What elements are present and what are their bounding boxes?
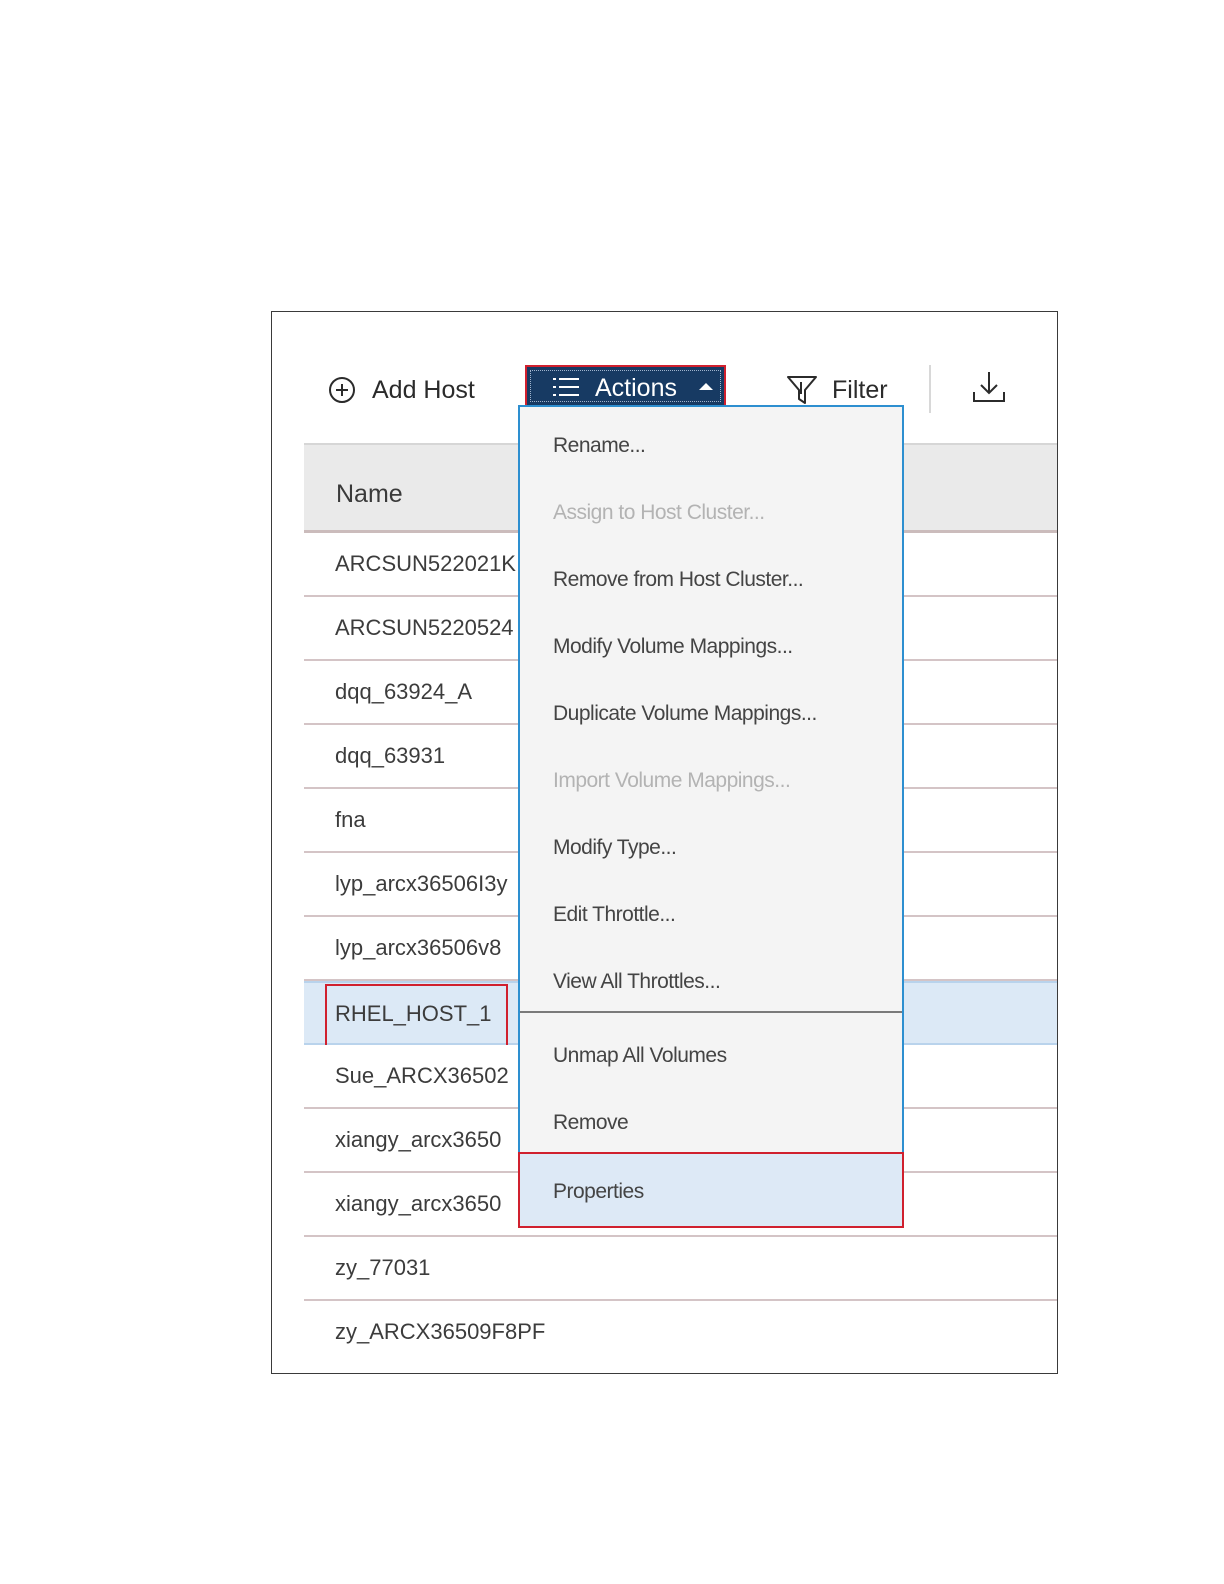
menu-item-view-all-throttles[interactable]: View All Throttles... <box>553 970 721 994</box>
menu-item-rename[interactable]: Rename... <box>553 434 646 458</box>
host-name: dqq_63924_A <box>335 679 473 704</box>
host-name: RHEL_HOST_1 <box>335 1001 492 1026</box>
menu-item-duplicate-volume-mappings[interactable]: Duplicate Volume Mappings... <box>553 702 817 726</box>
actions-menu: Rename... Assign to Host Cluster... Remo… <box>518 405 904 1228</box>
menu-item-modify-type[interactable]: Modify Type... <box>553 836 677 860</box>
actions-button[interactable]: Actions <box>525 365 726 407</box>
add-host-button[interactable]: Add Host <box>328 370 475 410</box>
menu-item-properties-label: Properties <box>553 1180 644 1203</box>
hosts-panel: Add Host Actions Filter Name ARCSUN52202… <box>271 311 1058 1374</box>
list-icon <box>553 378 579 396</box>
host-name: zy_ARCX36509F8PF <box>335 1319 546 1344</box>
host-name: ARCSUN5220524 <box>335 615 514 640</box>
host-name: Sue_ARCX36502 <box>335 1063 509 1088</box>
filter-button[interactable]: Filter <box>786 370 888 410</box>
host-name: xiangy_arcx3650 <box>335 1191 502 1216</box>
host-name: xiangy_arcx3650 <box>335 1127 502 1152</box>
host-name: fna <box>335 807 366 832</box>
menu-separator <box>520 1011 902 1013</box>
filter-icon <box>787 376 817 404</box>
column-header-name: Name <box>336 480 403 508</box>
host-name: dqq_63931 <box>335 743 446 768</box>
actions-label: Actions <box>595 374 677 402</box>
menu-item-import-volume-mappings[interactable]: Import Volume Mappings... <box>553 769 791 793</box>
menu-item-edit-throttle[interactable]: Edit Throttle... <box>553 903 676 927</box>
menu-item-unmap-all-volumes[interactable]: Unmap All Volumes <box>553 1044 727 1068</box>
menu-item-remove-from-host-cluster[interactable]: Remove from Host Cluster... <box>553 568 804 592</box>
host-name: lyp_arcx36506I3y <box>335 871 508 896</box>
add-host-label: Add Host <box>372 375 475 404</box>
caret-up-icon <box>699 383 713 390</box>
plus-circle-icon <box>329 377 355 403</box>
download-icon[interactable] <box>972 370 1006 404</box>
toolbar-divider <box>929 365 931 413</box>
menu-item-assign-to-host-cluster[interactable]: Assign to Host Cluster... <box>553 501 765 525</box>
host-name: ARCSUN522021K <box>335 551 516 576</box>
table-row[interactable]: zy_ARCX36509F8PF <box>304 1301 1057 1365</box>
table-row[interactable]: zy_77031 <box>304 1237 1057 1301</box>
host-name: lyp_arcx36506v8 <box>335 935 502 960</box>
menu-item-modify-volume-mappings[interactable]: Modify Volume Mappings... <box>553 635 793 659</box>
host-name: zy_77031 <box>335 1255 431 1280</box>
filter-label: Filter <box>832 375 888 404</box>
menu-item-remove[interactable]: Remove <box>553 1111 629 1135</box>
menu-item-properties[interactable]: Properties <box>518 1152 904 1228</box>
